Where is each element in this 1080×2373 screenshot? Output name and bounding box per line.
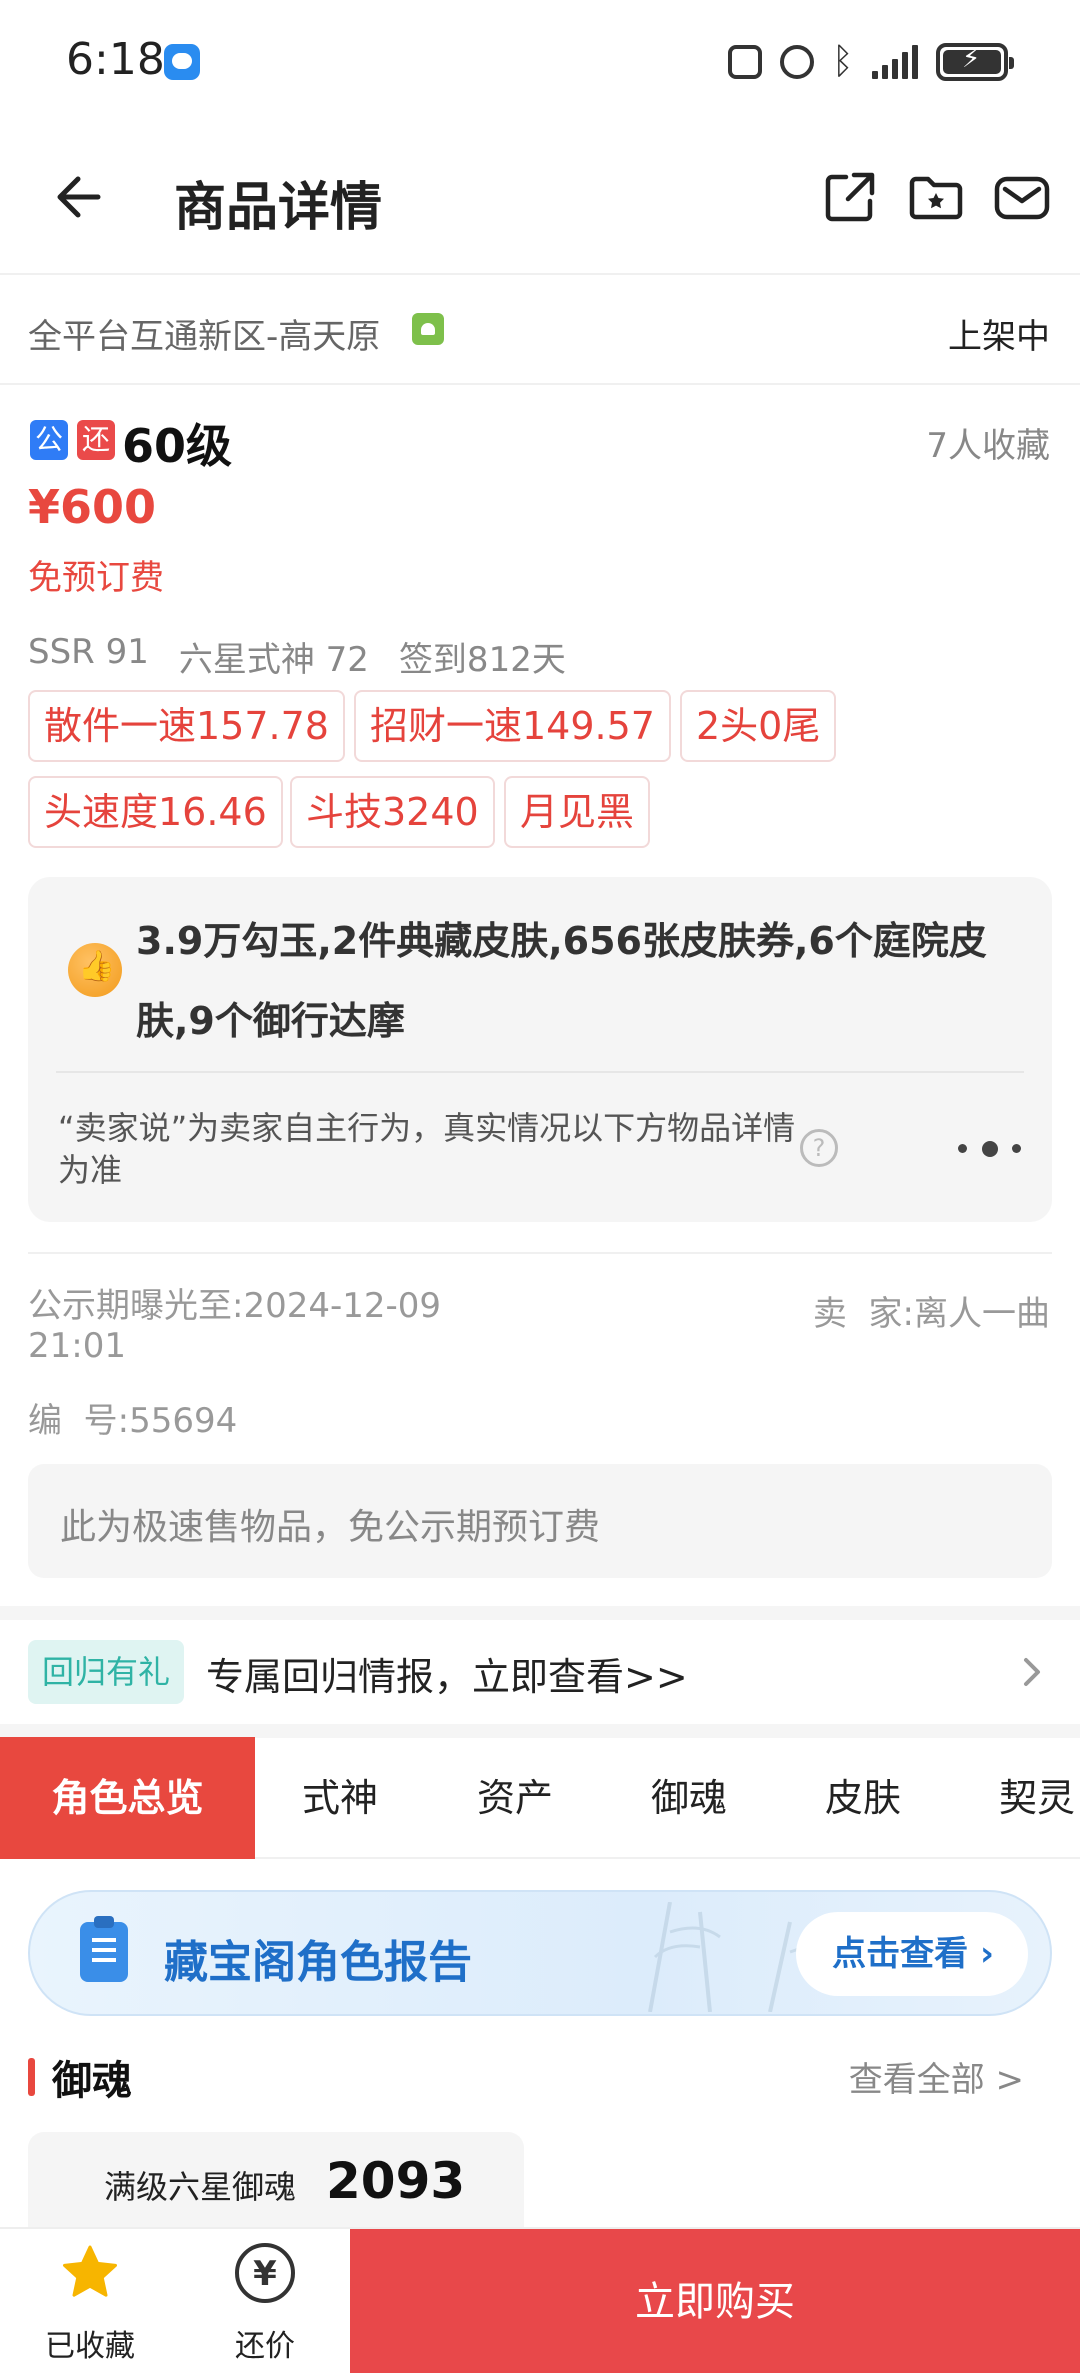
signal-icon bbox=[872, 45, 918, 79]
listing-status: 上架中 bbox=[948, 317, 1050, 357]
seller-says-disclaimer: “卖家说”为卖家自主行为，真实情况以下方物品详情为准 bbox=[58, 1109, 796, 1189]
tab-shikigami[interactable]: 式神 bbox=[255, 1737, 425, 1859]
return-promo-row[interactable]: 回归有礼 专属回归情报，立即查看>> bbox=[0, 1620, 1080, 1724]
server-name: 全平台互通新区-高天原 bbox=[28, 317, 381, 357]
chip: 头速度16.46 bbox=[28, 776, 283, 848]
price: ¥600 bbox=[28, 480, 157, 534]
exposure-label: 公示期曝光至: bbox=[28, 1286, 244, 1326]
buy-now-button[interactable]: 立即购买 bbox=[350, 2229, 1080, 2373]
chip: 散件一速157.78 bbox=[28, 690, 345, 762]
serial-label: 编 号: bbox=[28, 1401, 130, 1441]
return-promo-text: 专属回归情报，立即查看>> bbox=[206, 1655, 688, 1699]
mitama-stat-value: 2093 bbox=[326, 2152, 466, 2210]
favorite-button[interactable]: 已收藏 bbox=[30, 2229, 150, 2373]
more-options-icon[interactable] bbox=[958, 1139, 1022, 1159]
fee-note: 免预订费 bbox=[28, 558, 164, 598]
stats-line: SSR 91 六星式神 72 签到812天 bbox=[28, 632, 566, 681]
view-all-link[interactable]: 查看全部 > bbox=[849, 2052, 1024, 2101]
nfc-icon bbox=[728, 45, 762, 79]
tab-contract-spirits[interactable]: 契灵 bbox=[952, 1737, 1080, 1859]
exposure-info: 公示期曝光至:2024-12-09 21:01 bbox=[28, 1286, 488, 1366]
message-icon[interactable] bbox=[992, 167, 1052, 227]
tab-bar: 角色总览 式神 资产 御魂 皮肤 契灵 bbox=[0, 1737, 1080, 1859]
seller-name: 离人一曲 bbox=[914, 1294, 1050, 1334]
alarm-icon bbox=[780, 45, 814, 79]
seller-says-highlight: 3.9万勾玉,2件典藏皮肤,656张皮肤券,6个庭院皮肤,9个御行达摩 bbox=[136, 919, 987, 1043]
back-arrow-icon[interactable] bbox=[52, 167, 112, 227]
help-icon[interactable]: ? bbox=[800, 1129, 838, 1167]
tab-overview[interactable]: 角色总览 bbox=[0, 1737, 255, 1859]
yen-icon: ¥ bbox=[235, 2243, 295, 2303]
fast-sale-text: 此为极速售物品，免公示期预订费 bbox=[60, 1507, 601, 1548]
serial-info: 编 号:55694 bbox=[28, 1393, 237, 1442]
section-separator bbox=[0, 1724, 1080, 1738]
tab-mitama[interactable]: 御魂 bbox=[604, 1737, 774, 1859]
favorite-folder-icon[interactable] bbox=[906, 167, 966, 227]
item-title: 60级 bbox=[122, 419, 233, 473]
bluetooth-icon: ᛒ bbox=[832, 41, 854, 82]
section-title: 御魂 bbox=[52, 2058, 132, 2104]
star-icon bbox=[63, 2245, 117, 2297]
favorites-count: 7人收藏 bbox=[926, 426, 1050, 466]
battery-icon: ⚡ bbox=[936, 43, 1014, 81]
chevron-right-icon bbox=[1024, 1658, 1040, 1686]
mitama-stat-label: 满级六星御魂 bbox=[104, 2168, 297, 2206]
chip: 月见黑 bbox=[504, 776, 651, 848]
seller-info: 卖 家:离人一曲 bbox=[813, 1286, 1050, 1335]
tab-assets[interactable]: 资产 bbox=[430, 1737, 600, 1859]
divider bbox=[28, 1252, 1052, 1254]
bargain-button[interactable]: ¥ 还价 bbox=[205, 2229, 325, 2373]
chip: 招财一速149.57 bbox=[354, 690, 671, 762]
seller-label: 卖 家: bbox=[812, 1294, 914, 1334]
chip: 2头0尾 bbox=[680, 690, 837, 762]
report-document-icon bbox=[80, 1916, 128, 1982]
bargain-tag: 还 bbox=[77, 420, 115, 460]
share-icon[interactable] bbox=[820, 167, 880, 227]
nav-bar: 商品详情 bbox=[0, 125, 1080, 275]
report-title: 藏宝阁角色报告 bbox=[164, 1937, 472, 1988]
exposure-date: 2024-12-09 bbox=[243, 1286, 442, 1326]
bargain-label: 还价 bbox=[235, 2329, 295, 2364]
serial-value: 55694 bbox=[129, 1401, 238, 1441]
status-time: 6:18 bbox=[66, 34, 165, 85]
fast-sale-notice: 此为极速售物品，免公示期预订费 bbox=[28, 1464, 1052, 1578]
view-report-button[interactable]: 点击查看 › bbox=[796, 1912, 1028, 1996]
status-bar: 6:18 ᛒ ⚡ bbox=[0, 0, 1080, 125]
chip: 斗技3240 bbox=[290, 776, 495, 848]
six-star-count: 六星式神 72 bbox=[178, 640, 369, 680]
exposure-time: 21:01 bbox=[28, 1326, 126, 1366]
favorite-label: 已收藏 bbox=[45, 2329, 135, 2364]
section-accent-bar bbox=[28, 2058, 35, 2096]
thumbs-up-icon bbox=[68, 943, 122, 997]
role-report-banner[interactable]: 藏宝阁角色报告 点击查看 › bbox=[28, 1890, 1052, 2016]
section-separator bbox=[0, 1606, 1080, 1620]
chat-notification-icon bbox=[164, 44, 200, 80]
android-icon bbox=[412, 313, 444, 345]
status-icons: ᛒ ⚡ bbox=[728, 40, 1014, 84]
seller-says-card: 3.9万勾玉,2件典藏皮肤,656张皮肤券,6个庭院皮肤,9个御行达摩 “卖家说… bbox=[28, 877, 1052, 1222]
divider bbox=[56, 1071, 1024, 1073]
server-region-row: 全平台互通新区-高天原 上架中 bbox=[0, 277, 1080, 385]
bottom-action-bar: 已收藏 ¥ 还价 立即购买 bbox=[0, 2227, 1080, 2373]
page-title: 商品详情 bbox=[174, 178, 383, 238]
ssr-count: SSR 91 bbox=[28, 632, 149, 672]
tab-skins[interactable]: 皮肤 bbox=[778, 1737, 948, 1859]
checkin-days: 签到812天 bbox=[398, 640, 566, 680]
public-tag: 公 bbox=[30, 420, 68, 460]
return-badge: 回归有礼 bbox=[28, 1640, 185, 1704]
